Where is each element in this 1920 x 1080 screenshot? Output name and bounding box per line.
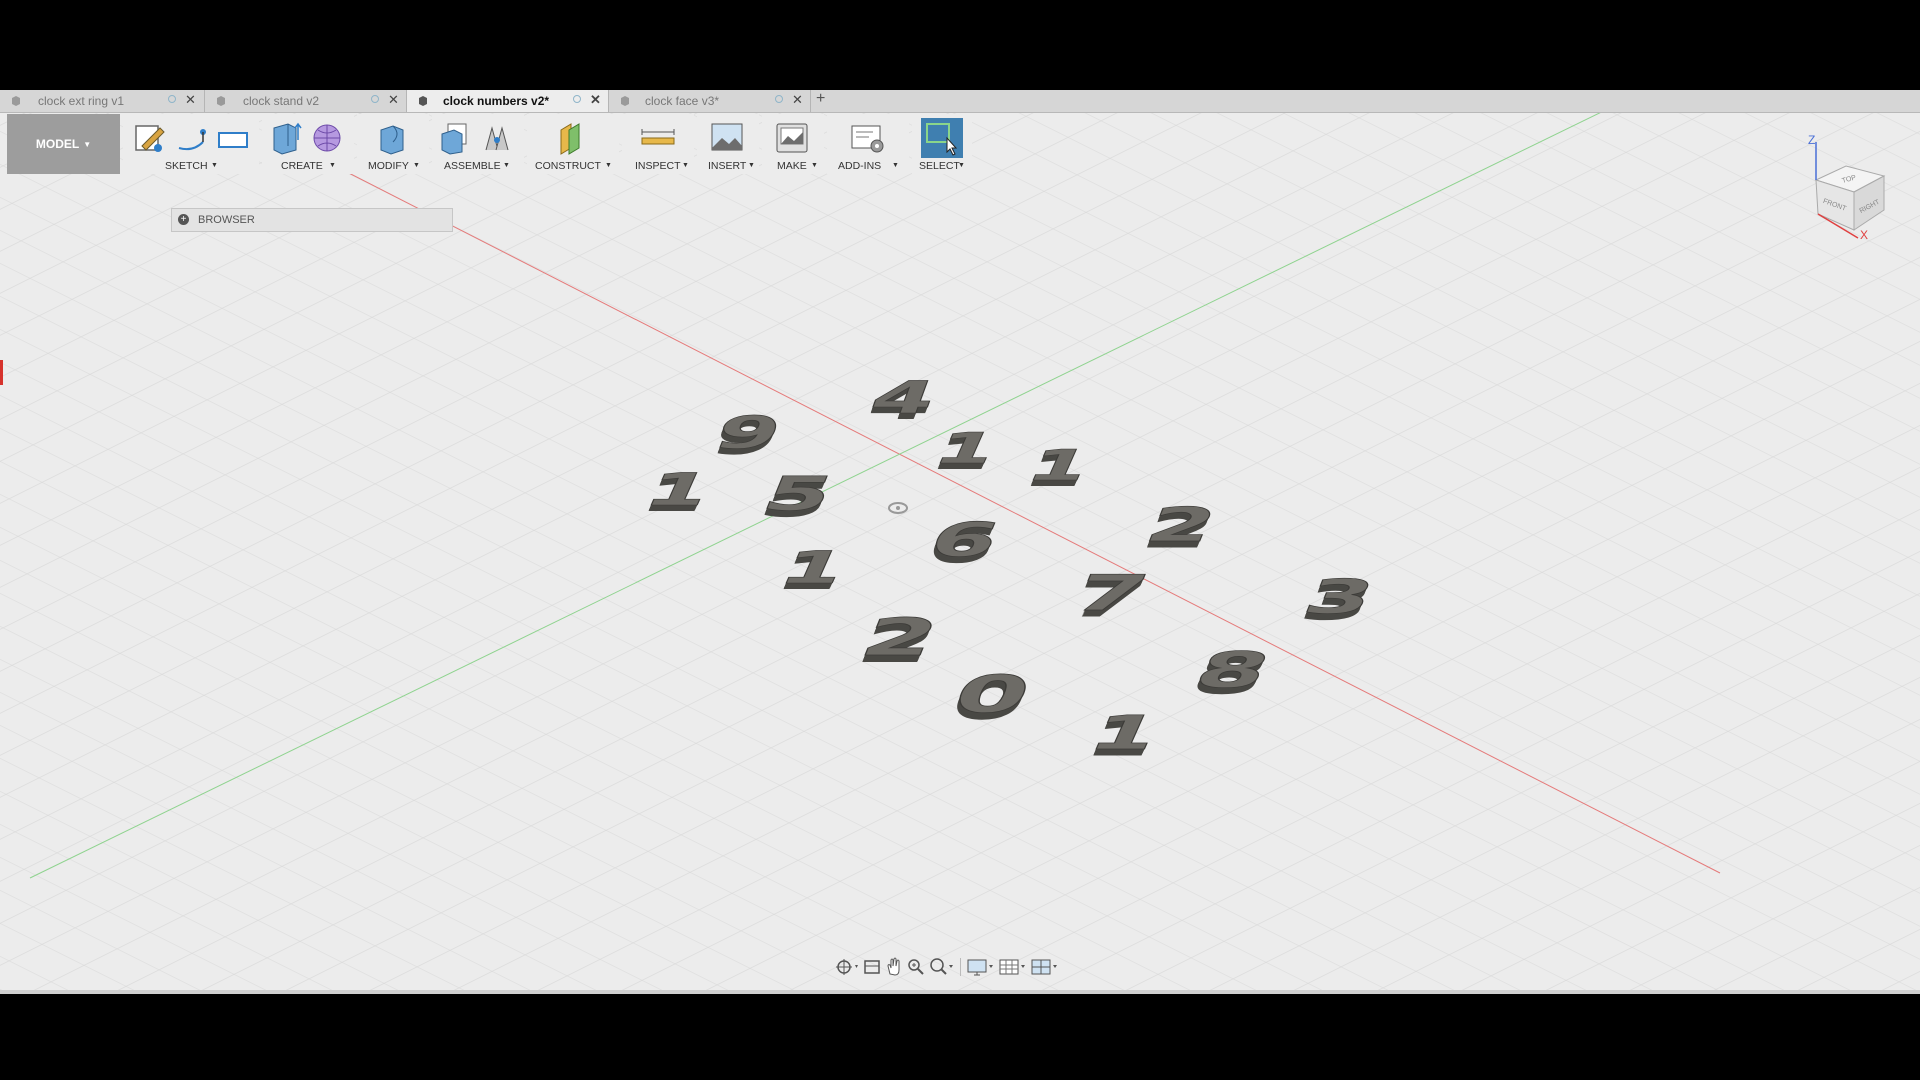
new-component-icon[interactable] [438, 120, 474, 156]
form-tool-icon[interactable] [310, 120, 346, 156]
tab-label: clock ext ring v1 [38, 94, 125, 108]
window-bottom-edge [0, 990, 1920, 994]
create-sketch-icon[interactable] [132, 122, 168, 156]
inspect-label: INSPECT [635, 160, 681, 172]
modify-group[interactable]: MODIFY ▼ [357, 114, 429, 174]
scene-canvas[interactable]: 999999994444444411111111 1111111111111111… [0, 113, 1920, 990]
chevron-down-icon: ▼ [329, 162, 336, 169]
tab-label: clock numbers v2* [443, 94, 550, 108]
construct-label: CONSTRUCT [535, 160, 601, 172]
select-window-icon[interactable] [921, 118, 963, 158]
fusion-app-window: clock ext ring v1 ✕ clock stand v2 ✕ clo… [0, 90, 1920, 990]
document-icon [12, 96, 20, 106]
document-icon [419, 96, 427, 106]
tab-clock-face[interactable]: clock face v3* ✕ [609, 90, 811, 112]
inspect-group[interactable]: INSPECT ▼ [622, 114, 694, 174]
sketch-group[interactable]: SKETCH ▼ [123, 114, 259, 174]
add-ins-group[interactable]: ADD-INS ▼ [827, 114, 909, 174]
chevron-down-icon: ▼ [211, 162, 218, 169]
offset-plane-icon[interactable] [553, 120, 593, 156]
joint-icon[interactable] [480, 120, 516, 156]
chevron-down-icon: ▼ [605, 162, 612, 169]
select-group[interactable]: SELECT ▼ [912, 114, 972, 174]
rectangle-tool-icon[interactable] [215, 122, 251, 156]
chevron-down-icon: ▼ [503, 162, 510, 169]
chevron-down-icon: ▼ [748, 162, 755, 169]
nav-divider [960, 958, 961, 976]
document-icon [621, 96, 629, 106]
navigation-bar [834, 956, 1084, 980]
make-group[interactable]: MAKE ▼ [762, 114, 824, 174]
modify-label: MODIFY [368, 160, 409, 172]
tab-label: clock face v3* [645, 94, 720, 108]
create-group[interactable]: CREATE ▼ [262, 114, 354, 174]
x-axis-label: X [1860, 228, 1868, 240]
insert-group[interactable]: INSERT ▼ [697, 114, 759, 174]
orbit-icon[interactable] [834, 956, 860, 978]
chevron-down-icon: ▼ [682, 162, 689, 169]
workspace-label: MODEL [35, 137, 80, 151]
tab-clock-ext-ring[interactable]: clock ext ring v1 ✕ [0, 90, 205, 112]
browser-title: BROWSER [198, 214, 255, 226]
sync-status-icon [573, 95, 581, 103]
fit-icon[interactable] [928, 956, 956, 978]
document-icon [217, 96, 225, 106]
3d-viewport[interactable]: 9999999944444444111111111111111111111111… [0, 113, 1920, 990]
insert-label: INSERT [708, 160, 747, 172]
measure-icon[interactable] [638, 120, 678, 156]
expand-icon[interactable]: + [178, 214, 189, 225]
scripts-addins-icon[interactable] [849, 120, 887, 156]
grid-settings-icon[interactable] [998, 956, 1028, 978]
assemble-label: ASSEMBLE [444, 160, 501, 172]
timeline-marker [0, 360, 3, 385]
display-settings-icon[interactable] [966, 956, 996, 978]
chevron-down-icon: ▼ [892, 162, 899, 169]
select-label: SELECT [919, 160, 960, 172]
tab-label: clock stand v2 [243, 94, 320, 108]
insert-image-icon[interactable] [709, 120, 745, 156]
tab-clock-stand[interactable]: clock stand v2 ✕ [205, 90, 407, 112]
sync-status-icon [775, 95, 783, 103]
chevron-down-icon: ▼ [83, 139, 92, 149]
sync-status-icon [168, 95, 176, 103]
3d-print-icon[interactable] [774, 120, 810, 156]
zoom-icon[interactable] [906, 956, 926, 978]
line-tool-icon[interactable] [175, 122, 209, 156]
sketch-label: SKETCH [165, 160, 208, 172]
new-tab-button[interactable]: + [816, 90, 825, 108]
extrude-icon[interactable] [268, 120, 304, 156]
add-ins-label: ADD-INS [838, 160, 882, 172]
document-tab-bar: clock ext ring v1 ✕ clock stand v2 ✕ clo… [0, 90, 1920, 113]
viewports-icon[interactable] [1030, 956, 1060, 978]
close-icon[interactable]: ✕ [185, 92, 196, 108]
make-label: MAKE [777, 160, 807, 172]
close-icon[interactable]: ✕ [388, 92, 399, 108]
look-at-icon[interactable] [862, 956, 882, 978]
viewcube[interactable]: Z X TOP FRONT RIGHT [1800, 130, 1920, 240]
press-pull-icon[interactable] [375, 120, 411, 156]
tab-clock-numbers[interactable]: clock numbers v2* ✕ [407, 90, 609, 112]
close-icon[interactable]: ✕ [590, 92, 601, 108]
chevron-down-icon: ▼ [413, 162, 420, 169]
z-axis-label: Z [1808, 133, 1815, 147]
browser-panel[interactable]: + BROWSER [171, 208, 453, 232]
pan-icon[interactable] [884, 956, 904, 978]
sync-status-icon [371, 95, 379, 103]
close-icon[interactable]: ✕ [792, 92, 803, 108]
chevron-down-icon: ▼ [958, 162, 965, 169]
chevron-down-icon: ▼ [811, 162, 818, 169]
construct-group[interactable]: CONSTRUCT ▼ [527, 114, 619, 174]
create-label: CREATE [281, 160, 323, 172]
workspace-switcher[interactable]: MODEL ▼ [7, 114, 120, 174]
assemble-group[interactable]: ASSEMBLE ▼ [432, 114, 524, 174]
